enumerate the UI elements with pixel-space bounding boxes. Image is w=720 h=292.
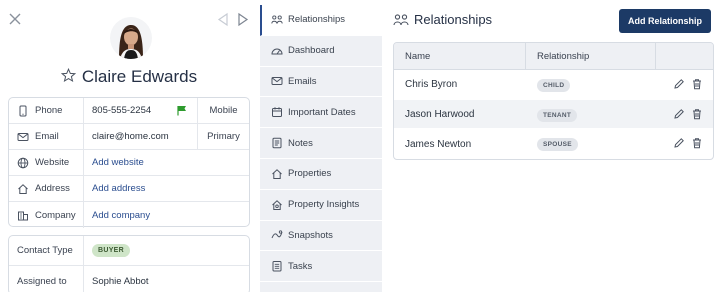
- address-row: Address Add address: [9, 176, 249, 202]
- notes-icon: [272, 137, 282, 149]
- contact-screen: Claire Edwards Phone 805-555-2254 Mobile…: [0, 0, 720, 292]
- assigned-to-value[interactable]: Sophie Abbot: [92, 266, 149, 292]
- sidebar-item-important-dates[interactable]: Important Dates: [260, 97, 382, 129]
- contact-name: Claire Edwards: [81, 67, 198, 86]
- close-icon[interactable]: [8, 12, 22, 26]
- relation-name[interactable]: Chris Byron: [405, 70, 457, 99]
- calendar-icon: [272, 107, 282, 118]
- sidebar-item-tasks[interactable]: Tasks: [260, 251, 382, 283]
- favorite-star-icon[interactable]: [60, 68, 76, 83]
- contact-meta-card: Contact Type BUYER Assigned to Sophie Ab…: [8, 235, 250, 292]
- phone-value[interactable]: 805-555-2254: [92, 98, 151, 123]
- sidebar-item-label: Snapshots: [288, 229, 333, 241]
- sidebar-item-emails[interactable]: Emails: [260, 67, 382, 98]
- sidebar-item-label: Dashboard: [288, 45, 335, 57]
- sidebar-item-label: Properties: [288, 168, 332, 180]
- sidebar-item-label: Relationships: [288, 14, 346, 26]
- dashboard-icon: [271, 48, 283, 55]
- table-header: Name Relationship: [394, 43, 713, 70]
- delete-icon[interactable]: [691, 78, 703, 90]
- sidebar-item-label: Property Insights: [288, 199, 360, 211]
- table-row[interactable]: Chris Byron CHILD: [394, 70, 713, 100]
- section-sidebar: Relationships Dashboard Emails Important…: [260, 5, 382, 292]
- sidebar-item-dashboard[interactable]: Dashboard: [260, 36, 382, 67]
- add-relationship-button[interactable]: Add Relationship: [619, 9, 711, 33]
- add-company-link[interactable]: Add company: [92, 202, 150, 228]
- contact-details-card: Phone 805-555-2254 Mobile Email claire@h…: [8, 97, 250, 228]
- flag-icon: [177, 106, 186, 116]
- sidebar-item-property-insights[interactable]: Property Insights: [260, 190, 382, 221]
- column-header-relationship[interactable]: Relationship: [526, 43, 656, 69]
- phone-row: Phone 805-555-2254 Mobile: [9, 98, 249, 124]
- snapshots-icon: [271, 230, 283, 239]
- relationships-icon: [393, 13, 409, 25]
- email-type[interactable]: Primary: [197, 124, 249, 149]
- website-label: Website: [35, 157, 70, 168]
- email-icon: [271, 77, 283, 86]
- sidebar-item-notes[interactable]: Notes: [260, 128, 382, 159]
- globe-icon: [17, 157, 29, 168]
- column-header-name[interactable]: Name: [394, 43, 526, 69]
- table-row[interactable]: Jason Harwood TENANT: [394, 99, 713, 130]
- website-row: Website Add website: [9, 150, 249, 176]
- company-label: Company: [35, 209, 76, 221]
- edit-icon[interactable]: [673, 78, 685, 90]
- sidebar-item-label: Tasks: [288, 260, 313, 272]
- home-icon: [272, 168, 282, 179]
- relationship-badge: TENANT: [537, 108, 578, 122]
- relationship-badge: SPOUSE: [537, 138, 578, 152]
- phone-icon: [19, 105, 27, 116]
- sidebar-item-properties[interactable]: Properties: [260, 159, 382, 190]
- previous-contact-icon[interactable]: [216, 12, 230, 27]
- add-address-link[interactable]: Add address: [92, 176, 145, 201]
- page-title: Relationships: [393, 12, 492, 27]
- building-icon: [18, 211, 28, 221]
- relation-name[interactable]: James Newton: [405, 129, 471, 159]
- contact-type-badge[interactable]: BUYER: [92, 244, 131, 257]
- sidebar-item-label: Emails: [288, 75, 317, 87]
- phone-label: Phone: [35, 105, 63, 116]
- sidebar-item-snapshots[interactable]: Snapshots: [260, 221, 382, 252]
- contact-name-row: Claire Edwards: [0, 67, 258, 87]
- page-title-text: Relationships: [414, 12, 493, 27]
- assigned-to-label: Assigned to: [17, 275, 67, 287]
- contact-panel: Claire Edwards Phone 805-555-2254 Mobile…: [0, 0, 258, 292]
- delete-icon[interactable]: [691, 108, 703, 120]
- contact-type-row: Contact Type BUYER: [9, 236, 249, 266]
- edit-icon[interactable]: [673, 108, 685, 120]
- sidebar-item-label: Notes: [288, 137, 313, 149]
- add-website-link[interactable]: Add website: [92, 150, 144, 175]
- property-insights-icon: [272, 199, 282, 210]
- sidebar-item-relationships[interactable]: Relationships: [260, 5, 382, 36]
- avatar: [110, 17, 152, 59]
- email-row: Email claire@home.com Primary: [9, 124, 249, 150]
- email-icon: [17, 132, 29, 141]
- relationships-table: Name Relationship Chris Byron CHILD Jaso…: [393, 42, 714, 161]
- edit-icon[interactable]: [673, 137, 685, 149]
- email-value[interactable]: claire@home.com: [92, 124, 169, 149]
- assigned-to-row: Assigned to Sophie Abbot: [9, 266, 249, 292]
- company-row: Company Add company: [9, 202, 249, 228]
- relation-name[interactable]: Jason Harwood: [405, 100, 474, 129]
- relationships-panel: Relationships Add Relationship Name Rela…: [393, 0, 720, 292]
- address-label: Address: [35, 183, 70, 194]
- phone-type[interactable]: Mobile: [197, 98, 249, 123]
- delete-icon[interactable]: [691, 137, 703, 149]
- table-row[interactable]: James Newton SPOUSE: [394, 129, 713, 159]
- home-icon: [18, 183, 28, 194]
- relationship-badge: CHILD: [537, 79, 571, 92]
- relationships-icon: [271, 15, 283, 24]
- tasks-icon: [272, 261, 282, 272]
- sidebar-item-label: Important Dates: [288, 106, 356, 118]
- email-label: Email: [35, 131, 59, 142]
- contact-type-label: Contact Type: [17, 245, 73, 256]
- next-contact-icon[interactable]: [236, 12, 250, 27]
